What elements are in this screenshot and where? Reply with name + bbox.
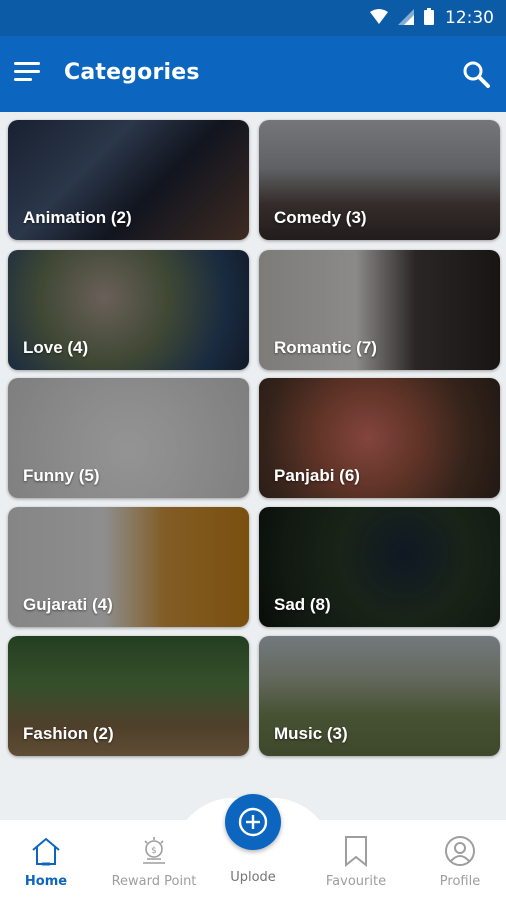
plus-icon [238, 807, 268, 837]
nav-profile[interactable]: Profile [410, 834, 506, 889]
app-bar: Categories [0, 36, 506, 112]
nav-home[interactable]: Home [0, 834, 96, 889]
category-label: Love (4) [23, 338, 89, 357]
category-label: Panjabi (6) [274, 466, 360, 485]
status-time: 12:30 [445, 8, 494, 28]
category-card-funny[interactable]: Funny (5) [8, 378, 249, 498]
category-card-fashion[interactable]: Fashion (2) [8, 636, 249, 756]
page-title: Categories [64, 60, 200, 85]
category-card-panjabi[interactable]: Panjabi (6) [259, 378, 500, 498]
category-card-love[interactable]: Love (4) [8, 250, 249, 370]
nav-favourite-label: Favourite [325, 874, 387, 889]
category-card-sad[interactable]: Sad (8) [259, 507, 500, 627]
category-card-animation[interactable]: Animation (2) [8, 120, 249, 240]
signal-icon [398, 8, 414, 25]
bookmark-icon [345, 836, 367, 867]
category-label: Gujarati (4) [23, 595, 113, 614]
bottom-navigation: Home $ Reward Point Uplode Favourite Pro… [0, 790, 506, 900]
svg-text:$: $ [151, 846, 157, 856]
category-label: Fashion (2) [23, 724, 114, 743]
nav-favourite[interactable]: Favourite [306, 834, 406, 889]
nav-profile-label: Profile [439, 874, 481, 889]
category-label: Funny (5) [23, 466, 100, 485]
category-label: Music (3) [274, 724, 348, 743]
nav-reward-point[interactable]: $ Reward Point [104, 834, 204, 889]
wifi-icon [370, 8, 388, 24]
category-label: Romantic (7) [274, 338, 377, 357]
battery-icon [424, 8, 434, 25]
category-label: Comedy (3) [274, 208, 367, 227]
category-card-music[interactable]: Music (3) [259, 636, 500, 756]
reward-icon: $ [143, 837, 165, 864]
category-card-comedy[interactable]: Comedy (3) [259, 120, 500, 240]
status-icons [370, 8, 434, 25]
upload-label: Uplode [230, 870, 276, 885]
menu-icon[interactable] [14, 62, 42, 84]
category-label: Animation (2) [23, 208, 132, 227]
nav-home-label: Home [24, 874, 68, 889]
search-icon[interactable] [462, 60, 490, 88]
category-card-romantic[interactable]: Romantic (7) [259, 250, 500, 370]
status-bar: 12:30 [0, 0, 506, 36]
category-card-gujarati[interactable]: Gujarati (4) [8, 507, 249, 627]
home-icon [32, 837, 60, 866]
profile-icon [445, 836, 475, 866]
upload-button[interactable] [225, 794, 281, 850]
category-label: Sad (8) [274, 595, 331, 614]
nav-reward-label: Reward Point [111, 874, 197, 889]
